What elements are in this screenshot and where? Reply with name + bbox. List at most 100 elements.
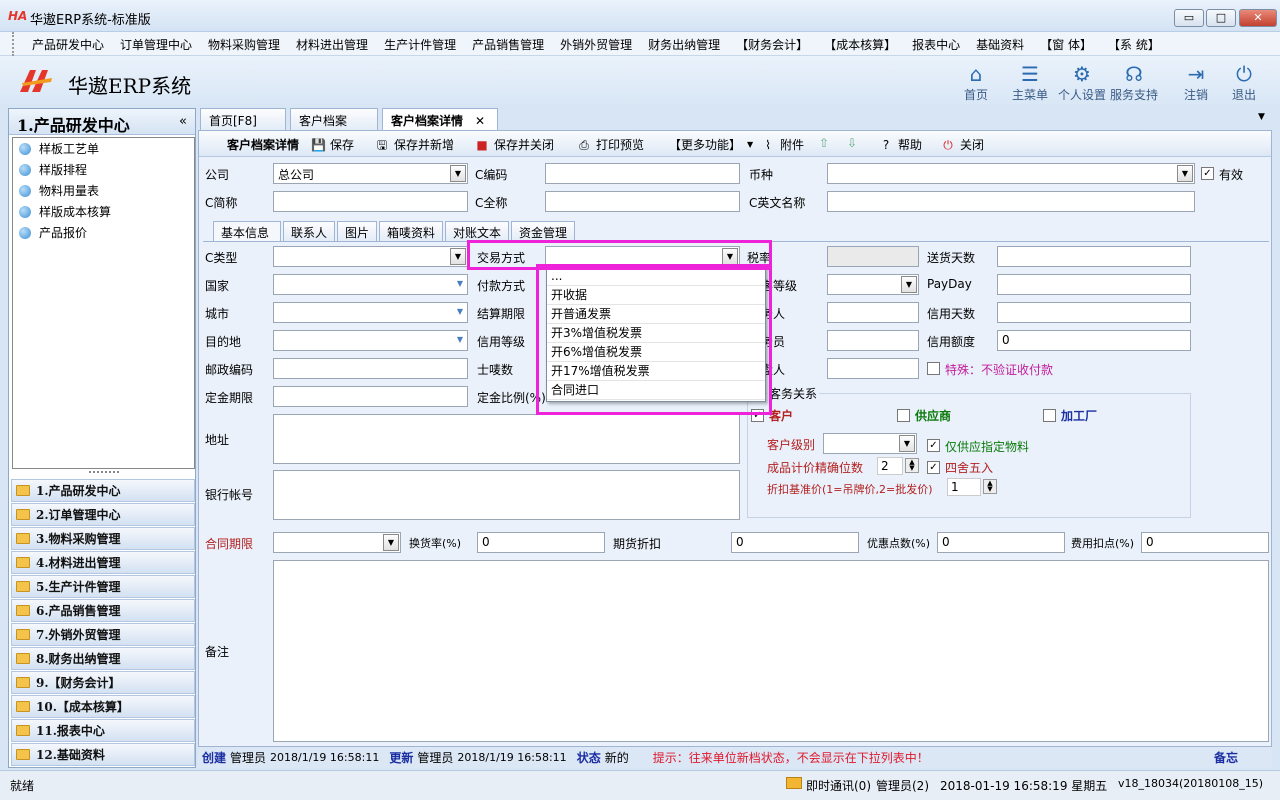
- promo-points-input[interactable]: 0: [937, 532, 1065, 553]
- nav-group[interactable]: 2.订单管理中心: [11, 503, 195, 526]
- deposit-term-input[interactable]: [273, 386, 468, 407]
- customer-type-select[interactable]: ▼: [273, 246, 468, 267]
- close-window-button[interactable]: ✕: [1239, 9, 1277, 27]
- mail-icon[interactable]: [786, 777, 802, 789]
- menu-item[interactable]: 产品销售管理: [464, 36, 552, 53]
- supplier-checkbox[interactable]: [897, 409, 910, 422]
- move-down-button[interactable]: ⇩: [845, 136, 864, 150]
- close-button[interactable]: ⏻ 关闭: [941, 136, 984, 153]
- tree-item[interactable]: 样版成本核算: [13, 201, 194, 222]
- delivery-days-input[interactable]: [997, 246, 1191, 267]
- tab-home[interactable]: 首页[F8]: [200, 108, 286, 130]
- more-functions-button[interactable]: 【更多功能】 ▼: [669, 136, 753, 153]
- discount-spinner[interactable]: ▲ ▼: [983, 479, 997, 494]
- nav-group[interactable]: 12.基础资料: [11, 743, 195, 766]
- credit-days-input[interactable]: [997, 302, 1191, 323]
- tree-item[interactable]: 物料用量表: [13, 180, 194, 201]
- menu-item[interactable]: 【窗 体】: [1032, 36, 1100, 53]
- code-input[interactable]: [545, 163, 740, 184]
- nav-group[interactable]: 10.【成本核算】: [11, 695, 195, 718]
- tab-list-arrow-icon[interactable]: ▼: [1258, 112, 1265, 122]
- menu-item[interactable]: 【成本核算】: [816, 36, 904, 53]
- nav-group[interactable]: 11.报表中心: [11, 719, 195, 742]
- tab-customer-detail[interactable]: 客户档案详情 ✕: [382, 108, 498, 130]
- top-menu-list-button[interactable]: ☰ 主菜单: [1006, 62, 1054, 104]
- nav-group[interactable]: 6.产品销售管理: [11, 599, 195, 622]
- subtab-images[interactable]: 图片: [337, 221, 377, 241]
- print-preview-button[interactable]: ⎙ 打印预览: [577, 136, 644, 153]
- payday-input[interactable]: [997, 274, 1191, 295]
- splitter-handle[interactable]: [89, 471, 119, 475]
- subtab-statement-text[interactable]: 对账文本: [445, 221, 509, 241]
- help-button[interactable]: ? 帮助: [879, 136, 922, 153]
- move-up-button[interactable]: ⇧: [817, 136, 836, 150]
- attachment-button[interactable]: ⌇ 附件: [761, 136, 804, 153]
- save-close-button[interactable]: ■ 保存并关闭: [475, 136, 554, 153]
- menu-item[interactable]: 报表中心: [904, 36, 968, 53]
- menu-item[interactable]: 订单管理中心: [112, 36, 200, 53]
- tab-close-icon[interactable]: ✕: [475, 114, 485, 128]
- futures-discount-input[interactable]: 0: [731, 532, 859, 553]
- address-input[interactable]: [273, 414, 740, 464]
- menu-item[interactable]: 【系 统】: [1100, 36, 1168, 53]
- subtab-shipping-marks[interactable]: 箱唛资料: [379, 221, 443, 241]
- customer-level-select[interactable]: ▼: [823, 433, 917, 454]
- menu-item[interactable]: 产品研发中心: [24, 36, 112, 53]
- contract-term-select[interactable]: ▼: [273, 532, 401, 553]
- menu-item[interactable]: 基础资料: [968, 36, 1032, 53]
- top-support-button[interactable]: ☊ 服务支持: [1110, 62, 1158, 104]
- precision-input[interactable]: 2: [877, 457, 903, 475]
- special-checkbox[interactable]: [927, 362, 940, 375]
- subtab-funds[interactable]: 资金管理: [511, 221, 575, 241]
- save-new-button[interactable]: 🖫 保存并新增: [375, 136, 454, 153]
- save-button[interactable]: 💾 保存: [311, 136, 354, 153]
- tax-rate-input[interactable]: [827, 246, 919, 267]
- menu-item[interactable]: 【财务会计】: [728, 36, 816, 53]
- nav-group[interactable]: 3.物料采购管理: [11, 527, 195, 550]
- destination-select[interactable]: ▼: [273, 330, 468, 351]
- top-home-button[interactable]: ⌂ 首页: [952, 62, 1000, 104]
- menu-item[interactable]: 财务出纳管理: [640, 36, 728, 53]
- subtab-contacts[interactable]: 联系人: [283, 221, 335, 241]
- nav-group[interactable]: 8.财务出纳管理: [11, 647, 195, 670]
- top-power-button[interactable]: ⏻ 退出: [1220, 62, 1268, 104]
- subtab-basic[interactable]: 基本信息: [213, 221, 281, 241]
- top-gear-button[interactable]: ⚙ 个人设置: [1058, 62, 1106, 104]
- discount-base-input[interactable]: 1: [947, 478, 981, 496]
- exchange-rate-input[interactable]: 0: [477, 532, 605, 553]
- maximize-button[interactable]: □: [1206, 9, 1236, 27]
- precision-spinner[interactable]: ▲ ▼: [905, 458, 919, 473]
- fee-points-input[interactable]: 0: [1141, 532, 1269, 553]
- nav-group[interactable]: 5.生产计件管理: [11, 575, 195, 598]
- only-supply-checkbox[interactable]: ✓: [927, 439, 940, 452]
- tab-customer-file[interactable]: 客户档案: [290, 108, 378, 130]
- full-name-input[interactable]: [545, 191, 740, 212]
- nav-group[interactable]: 4.材料进出管理: [11, 551, 195, 574]
- salesman-input[interactable]: [827, 330, 919, 351]
- business-person-input[interactable]: [827, 302, 919, 323]
- remark-textarea[interactable]: [273, 560, 1269, 742]
- postcode-input[interactable]: [273, 358, 468, 379]
- round-checkbox[interactable]: ✓: [927, 461, 940, 474]
- short-name-input[interactable]: [273, 191, 468, 212]
- customer-grade-select[interactable]: ▼: [827, 274, 919, 295]
- nav-group[interactable]: 1.产品研发中心: [11, 479, 195, 502]
- english-name-input[interactable]: [827, 191, 1195, 212]
- menu-item[interactable]: 生产计件管理: [376, 36, 464, 53]
- tree-item[interactable]: 产品报价: [13, 222, 194, 243]
- valid-checkbox[interactable]: ✓: [1201, 167, 1214, 180]
- nav-group[interactable]: 9.【财务会计】: [11, 671, 195, 694]
- credit-amount-input[interactable]: 0: [997, 330, 1191, 351]
- factory-checkbox[interactable]: [1043, 409, 1056, 422]
- tree-item[interactable]: 样板工艺单: [13, 138, 194, 159]
- menu-item[interactable]: 物料采购管理: [200, 36, 288, 53]
- bank-account-input[interactable]: [273, 470, 740, 520]
- country-select[interactable]: ▼: [273, 274, 468, 295]
- memo-button[interactable]: 备忘: [1214, 749, 1238, 766]
- menu-item[interactable]: 材料进出管理: [288, 36, 376, 53]
- minimize-button[interactable]: ▭: [1174, 9, 1204, 27]
- nav-group[interactable]: 7.外销外贸管理: [11, 623, 195, 646]
- collapse-icon[interactable]: «: [179, 114, 187, 129]
- tree-item[interactable]: 样版排程: [13, 159, 194, 180]
- im-status[interactable]: 即时通讯(0): [806, 777, 871, 794]
